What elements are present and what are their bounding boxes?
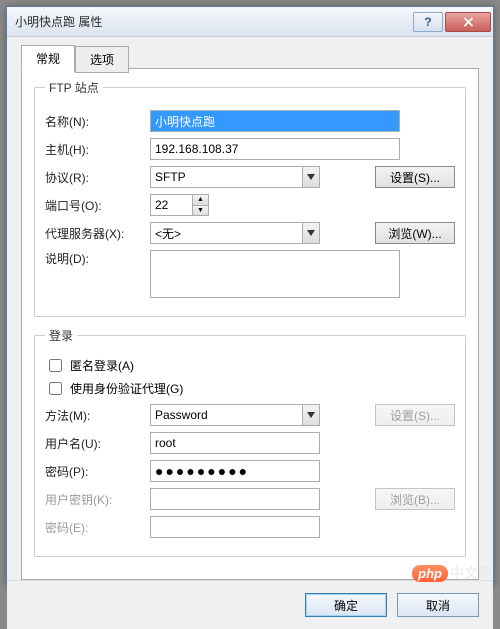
close-button[interactable] [445,12,491,32]
host-input[interactable] [150,138,400,160]
ftp-legend: FTP 站点 [45,79,103,96]
useauth-label: 使用身份验证代理(G) [70,380,183,397]
cancel-button[interactable]: 取消 [397,593,479,617]
titlebar: 小明快点跑 属性 ? [7,7,493,37]
spinner-down-icon[interactable]: ▼ [193,206,208,216]
password-label: 密码(P): [45,463,150,480]
passcode-input [150,516,320,538]
name-label: 名称(N): [45,113,150,130]
chevron-down-icon [302,167,319,187]
passcode-label: 密码(E): [45,519,150,536]
tab-options[interactable]: 选项 [75,46,129,73]
tab-panel: FTP 站点 名称(N): 主机(H): 协议(R): SFTP [21,68,479,580]
proxy-label: 代理服务器(X): [45,225,150,242]
spinner-up-icon[interactable]: ▲ [193,195,208,206]
host-label: 主机(H): [45,141,150,158]
userkey-label: 用户密钥(K): [45,491,150,508]
ftp-site-group: FTP 站点 名称(N): 主机(H): 协议(R): SFTP [34,79,466,317]
properties-dialog: 小明快点跑 属性 ? 常规选项 FTP 站点 名称(N): 主机(H): [6,6,494,585]
window-title: 小明快点跑 属性 [15,13,411,30]
desc-label: 说明(D): [45,250,150,267]
login-group: 登录 匿名登录(A) 使用身份验证代理(G) 方法(M): Password [34,327,466,557]
useauth-checkbox[interactable] [49,382,62,395]
port-input[interactable] [150,194,192,216]
name-input[interactable] [150,110,400,132]
password-input[interactable] [150,460,320,482]
username-label: 用户名(U): [45,435,150,452]
tab-bar: 常规选项 [21,45,479,69]
chevron-down-icon [302,223,319,243]
method-settings-button: 设置(S)... [375,404,455,426]
protocol-select[interactable]: SFTP [150,166,320,188]
userkey-browse-button: 浏览(B)... [375,488,455,510]
anonymous-checkbox[interactable] [49,359,62,372]
dialog-footer: 确定 取消 [7,580,493,629]
login-legend: 登录 [45,327,77,344]
anonymous-checkbox-row[interactable]: 匿名登录(A) [45,356,455,375]
method-label: 方法(M): [45,407,150,424]
protocol-settings-button[interactable]: 设置(S)... [375,166,455,188]
proxy-select[interactable]: <无> [150,222,320,244]
ok-button[interactable]: 确定 [305,593,387,617]
proxy-browse-button[interactable]: 浏览(W)... [375,222,455,244]
desc-textarea[interactable] [150,250,400,298]
port-spinner[interactable]: ▲▼ [150,194,210,216]
useauth-checkbox-row[interactable]: 使用身份验证代理(G) [45,379,455,398]
username-input[interactable] [150,432,320,454]
port-label: 端口号(O): [45,197,150,214]
method-select[interactable]: Password [150,404,320,426]
anonymous-label: 匿名登录(A) [70,357,134,374]
chevron-down-icon [302,405,319,425]
tab-general[interactable]: 常规 [21,45,75,72]
userkey-input [150,488,320,510]
protocol-label: 协议(R): [45,169,150,186]
help-button[interactable]: ? [413,12,443,32]
